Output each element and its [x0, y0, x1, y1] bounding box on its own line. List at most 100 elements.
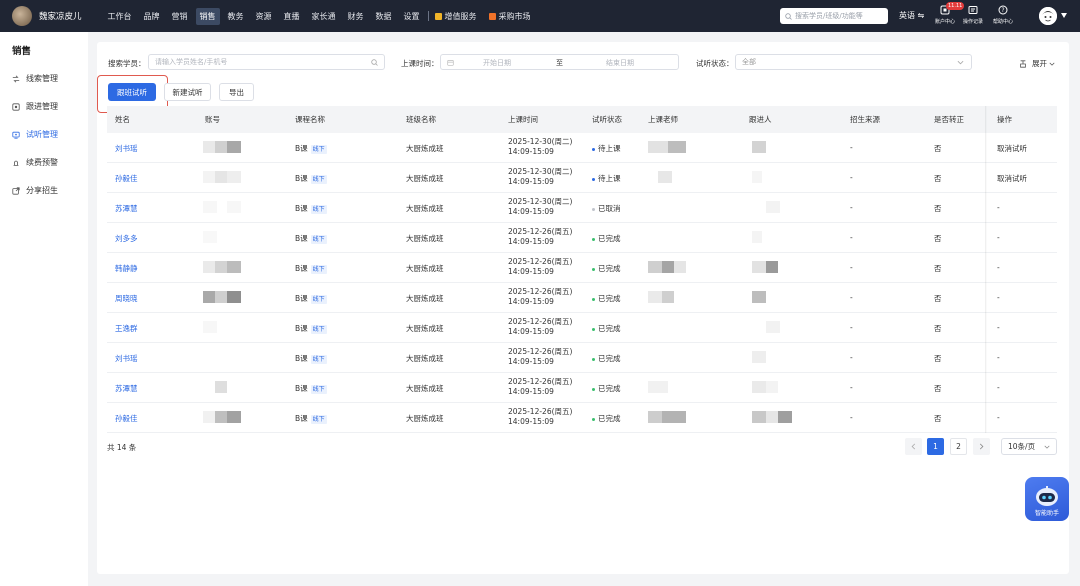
converted-cell: 否	[934, 204, 942, 213]
course-name: B课	[295, 264, 308, 273]
nav-settings[interactable]: 设置	[404, 8, 420, 25]
expand-filters-button[interactable]: 展开	[1019, 58, 1055, 69]
class-time-cell: 2025-12-26(周五) 14:09-15:09	[508, 407, 572, 427]
global-search-input[interactable]	[795, 12, 883, 20]
student-name-link[interactable]: 苏潭慧	[115, 203, 138, 214]
nav-sales[interactable]: 销售	[195, 7, 220, 25]
redacted-block	[215, 261, 227, 273]
smart-assistant-button[interactable]: 智能助手	[1025, 477, 1069, 521]
cancel-trial-link[interactable]: 取消试听	[997, 173, 1027, 184]
date-range-picker[interactable]: 开始日期 至 结束日期	[440, 54, 679, 70]
chevron-down-icon[interactable]	[1061, 13, 1067, 18]
redacted-block	[778, 411, 792, 423]
nav-academic[interactable]: 教务	[228, 8, 244, 25]
sidebar-item-trial[interactable]: 试听管理	[12, 129, 58, 140]
table-row: 孙毅佳 B课 线下 大厨炼成班 2025-12-30(周二) 14:09-15:09 待上课…	[107, 163, 1057, 193]
student-name-link[interactable]: 韩静静	[115, 263, 138, 274]
nav-market[interactable]: 采购市场	[488, 8, 531, 25]
student-search-input[interactable]	[155, 58, 355, 66]
user-avatar[interactable]	[1039, 7, 1057, 25]
redacted-block	[227, 141, 241, 153]
switch-icon: ⇋	[917, 11, 925, 20]
sidebar-item-renewal[interactable]: 续费预警	[12, 157, 58, 168]
col-time: 上课时间	[508, 115, 538, 124]
class-time-range: 14:09-15:09	[508, 417, 554, 426]
redacted-block	[662, 261, 674, 273]
nav-resources[interactable]: 资源	[256, 8, 272, 25]
total-count: 共 14 条	[107, 443, 137, 452]
account-center-button[interactable]: 11.11 账户中心	[931, 2, 965, 25]
language-switch[interactable]: 英语 ⇋	[899, 10, 924, 21]
trial-status-select[interactable]: 全部	[735, 54, 972, 70]
redacted-block	[766, 261, 778, 273]
status-dot-icon	[592, 207, 595, 211]
prev-page-button[interactable]	[905, 438, 922, 455]
page-2-button[interactable]: 2	[950, 438, 967, 455]
end-date-placeholder[interactable]: 结束日期	[606, 58, 634, 68]
class-date: 2025-12-26(周五)	[508, 227, 573, 236]
follow-trial-button[interactable]: 跟班试听	[108, 83, 156, 101]
col-status: 试听状态	[592, 115, 622, 124]
status-cell: 已完成	[592, 383, 621, 394]
nav-finance[interactable]: 财务	[348, 8, 364, 25]
student-name-link[interactable]: 孙毅佳	[115, 173, 138, 184]
nav-parent[interactable]: 家长通	[312, 8, 336, 25]
nav-live[interactable]: 直播	[284, 8, 300, 25]
next-page-button[interactable]	[973, 438, 990, 455]
no-operation: -	[997, 203, 1000, 212]
table-row: 苏潭慧 B课 线下 大厨炼成班 2025-12-30(周二) 14:09-15:09 已取消…	[107, 193, 1057, 223]
class-time-cell: 2025-12-30(周二) 14:09-15:09	[508, 197, 572, 217]
student-name-link[interactable]: 刘书瑶	[115, 353, 138, 364]
redacted-block	[752, 261, 766, 273]
export-button[interactable]: 导出	[219, 83, 254, 101]
school-logo[interactable]	[12, 6, 32, 26]
sidebar-item-clues[interactable]: 线索管理	[12, 73, 58, 84]
help-center-button[interactable]: ? 帮助中心	[989, 5, 1017, 25]
redacted-block	[752, 291, 766, 303]
new-trial-button[interactable]: 新建试听	[164, 83, 211, 101]
converted-cell: 否	[934, 174, 942, 183]
nav-workbench[interactable]: 工作台	[108, 8, 132, 25]
student-name-link[interactable]: 刘书瑶	[115, 143, 138, 154]
trial-status: 已完成	[598, 324, 621, 333]
course-name: B课	[295, 384, 308, 393]
sidebar-item-share[interactable]: 分享招生	[12, 185, 58, 196]
offline-tag: 线下	[310, 175, 327, 184]
redacted-block	[227, 261, 241, 273]
student-name-link[interactable]: 刘多多	[115, 233, 138, 244]
trial-status: 已完成	[598, 234, 621, 243]
no-operation: -	[997, 323, 1000, 332]
sidebar-item-label: 分享招生	[26, 186, 58, 195]
class-time-range: 14:09-15:09	[508, 207, 554, 216]
student-name-link[interactable]: 王逸群	[115, 323, 138, 334]
class-name: 大厨炼成班	[406, 384, 444, 393]
status-dot-icon	[592, 267, 595, 271]
redacted-block	[203, 201, 217, 213]
redacted-block	[215, 411, 227, 423]
nav-marketing[interactable]: 营销	[172, 8, 188, 25]
nav-brand[interactable]: 品牌	[144, 8, 160, 25]
student-name-link[interactable]: 孙毅佳	[115, 413, 138, 424]
language-label: 英语	[899, 11, 915, 20]
operation-log-button[interactable]: 操作记录	[959, 5, 987, 25]
student-search-field[interactable]	[148, 54, 385, 70]
source-cell: -	[850, 383, 853, 392]
redacted-block	[658, 171, 672, 183]
page-size-select[interactable]: 10条/页	[1001, 438, 1057, 455]
global-search[interactable]	[780, 8, 888, 24]
school-name[interactable]: 魏家凉皮儿	[39, 10, 82, 22]
status-dot-icon	[592, 297, 595, 301]
course-cell: B课 线下	[295, 203, 327, 214]
nav-value-added[interactable]: 增值服务	[434, 8, 477, 25]
page-1-button[interactable]: 1	[927, 438, 944, 455]
student-name-link[interactable]: 苏潭慧	[115, 383, 138, 394]
start-date-placeholder[interactable]: 开始日期	[483, 58, 511, 68]
source-cell: -	[850, 353, 853, 362]
nav-data[interactable]: 数据	[376, 8, 392, 25]
student-name-link[interactable]: 周晓晓	[115, 293, 138, 304]
redacted-block	[648, 141, 668, 153]
col-account: 账号	[205, 115, 220, 124]
sidebar-item-followup[interactable]: 跟进管理	[12, 101, 58, 112]
expand-label: 展开	[1032, 59, 1047, 68]
cancel-trial-link[interactable]: 取消试听	[997, 143, 1027, 154]
